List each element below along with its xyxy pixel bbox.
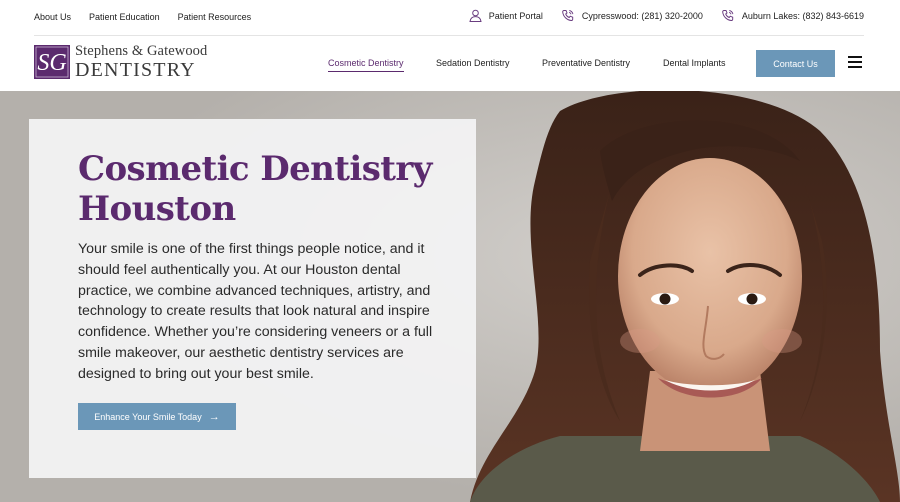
enhance-smile-button[interactable]: Enhance Your Smile Today → [78, 403, 236, 430]
hero-title-line-1: Cosmetic Dentistry [78, 149, 432, 189]
logo-wordmark: Stephens & Gatewood DENTISTRY [75, 44, 207, 80]
cypresswood-phone-label: Cypresswood: (281) 320-2000 [581, 10, 703, 21]
hamburger-icon[interactable] [848, 56, 862, 68]
nav-sedation-dentistry[interactable]: Sedation Dentistry [436, 58, 510, 68]
hero-description: Your smile is one of the first things pe… [78, 241, 433, 382]
about-us-link[interactable]: About Us [34, 12, 71, 22]
patient-resources-link[interactable]: Patient Resources [178, 12, 252, 22]
auburn-lakes-phone-link[interactable]: Auburn Lakes: (832) 843-6619 [721, 9, 864, 22]
enhance-smile-label: Enhance Your Smile Today [94, 411, 202, 422]
utility-contacts: Patient Portal Cypresswood: (281) 320-20… [451, 9, 864, 22]
utility-bar: About Us Patient Education Patient Resou… [0, 0, 900, 36]
logo-monogram: SG [34, 44, 70, 79]
patient-education-link[interactable]: Patient Education [89, 12, 160, 22]
nav-cosmetic-dentistry[interactable]: Cosmetic Dentistry [328, 58, 404, 72]
hero-title-line-2: Houston [78, 189, 236, 229]
nav-dental-implants[interactable]: Dental Implants [663, 58, 726, 68]
auburn-lakes-phone-label: Auburn Lakes: (832) 843-6619 [741, 10, 864, 21]
cypresswood-phone-link[interactable]: Cypresswood: (281) 320-2000 [561, 9, 703, 22]
main-header: SG Stephens & Gatewood DENTISTRY Cosmeti… [0, 36, 900, 91]
user-icon [469, 9, 482, 22]
site-logo[interactable]: SG Stephens & Gatewood DENTISTRY [34, 44, 207, 80]
patient-portal-label: Patient Portal [488, 10, 543, 21]
logo-line-1: Stephens & Gatewood [75, 43, 208, 59]
phone-icon [722, 10, 734, 22]
hero-title: Cosmetic Dentistry Houston [78, 149, 458, 229]
hero-content-card: Cosmetic Dentistry Houston Your smile is… [29, 119, 476, 478]
patient-portal-link[interactable]: Patient Portal [469, 9, 543, 22]
phone-icon [562, 10, 574, 22]
contact-us-button[interactable]: Contact Us [756, 50, 835, 77]
nav-preventative-dentistry[interactable]: Preventative Dentistry [542, 58, 630, 68]
hero-section: Cosmetic Dentistry Houston Your smile is… [0, 91, 900, 502]
svg-text:SG: SG [37, 50, 66, 76]
arrow-right-icon: → [208, 410, 220, 423]
logo-line-2: DENTISTRY [75, 58, 196, 81]
utility-links: About Us Patient Education Patient Resou… [34, 12, 251, 22]
